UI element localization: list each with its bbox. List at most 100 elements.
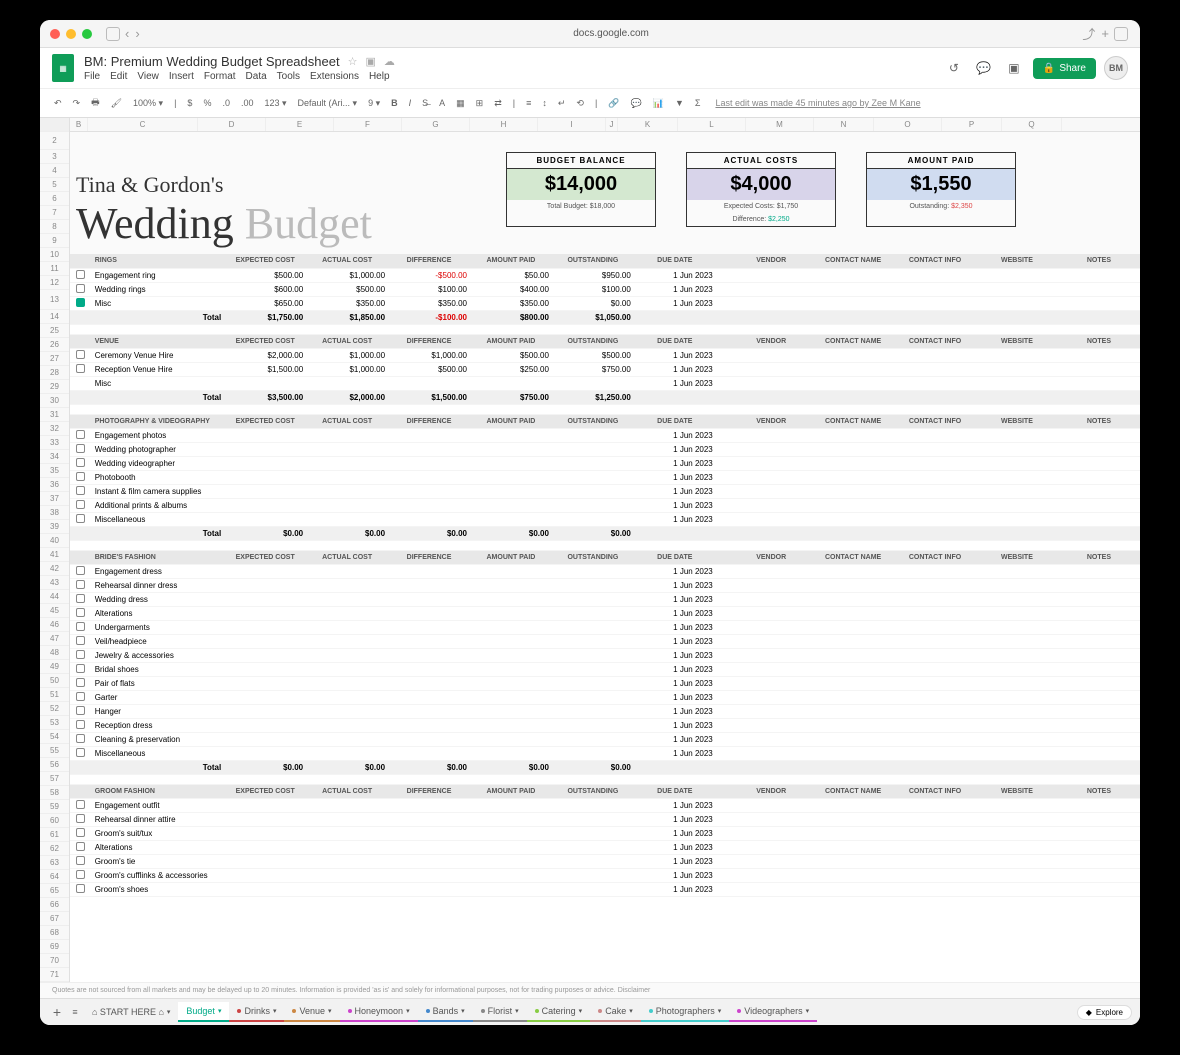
checkbox-icon[interactable] — [76, 566, 85, 575]
table-row[interactable]: Additional prints & albums 1 Jun 2023 — [70, 498, 1140, 512]
doc-title[interactable]: BM: Premium Wedding Budget Spreadsheet — [84, 54, 340, 69]
table-row[interactable]: Alterations 1 Jun 2023 — [70, 840, 1140, 854]
col-header[interactable]: C — [88, 118, 198, 131]
table-row[interactable]: Bridal shoes 1 Jun 2023 — [70, 662, 1140, 676]
row-num[interactable]: 34 — [40, 450, 69, 464]
row-num[interactable]: 56 — [40, 758, 69, 772]
row-num[interactable]: 58 — [40, 786, 69, 800]
row-num[interactable]: 55 — [40, 744, 69, 758]
row-num[interactable]: 26 — [40, 338, 69, 352]
row-num[interactable]: 28 — [40, 366, 69, 380]
row-num[interactable]: 32 — [40, 422, 69, 436]
row-num[interactable]: 6 — [40, 192, 69, 206]
table-row[interactable]: Wedding photographer 1 Jun 2023 — [70, 442, 1140, 456]
row-num[interactable]: 57 — [40, 772, 69, 786]
explore-button[interactable]: ◆ Explore — [1077, 1005, 1132, 1020]
table-row[interactable]: Undergarments 1 Jun 2023 — [70, 620, 1140, 634]
row-num[interactable]: 35 — [40, 464, 69, 478]
strike-icon[interactable]: S̶ — [418, 96, 432, 110]
table-row[interactable]: Rehearsal dinner attire 1 Jun 2023 — [70, 812, 1140, 826]
checkbox-icon[interactable] — [76, 814, 85, 823]
checkbox-icon[interactable] — [76, 364, 85, 373]
row-num[interactable]: 69 — [40, 940, 69, 954]
text-color-icon[interactable]: A — [435, 96, 449, 110]
checkbox-icon[interactable] — [76, 734, 85, 743]
print-icon[interactable]: 🖶 — [87, 93, 104, 113]
row-num[interactable]: 43 — [40, 576, 69, 590]
row-num[interactable]: 33 — [40, 436, 69, 450]
row-num[interactable]: 36 — [40, 478, 69, 492]
undo-icon[interactable]: ↶ — [50, 96, 66, 111]
checkbox-icon[interactable] — [76, 636, 85, 645]
table-row[interactable]: Misc 1 Jun 2023 — [70, 376, 1140, 390]
col-header[interactable]: P — [942, 118, 1002, 131]
row-num[interactable]: 27 — [40, 352, 69, 366]
sheet-tab[interactable]: Honeymoon ▾ — [340, 1002, 418, 1022]
table-row[interactable]: Cleaning & preservation 1 Jun 2023 — [70, 732, 1140, 746]
checkbox-icon[interactable] — [76, 472, 85, 481]
checkbox-icon[interactable] — [76, 486, 85, 495]
col-header[interactable]: I — [538, 118, 606, 131]
italic-icon[interactable]: I — [405, 96, 416, 110]
menu-insert[interactable]: Insert — [169, 71, 194, 82]
table-row[interactable]: Hanger 1 Jun 2023 — [70, 704, 1140, 718]
wrap-icon[interactable]: ↵ — [554, 96, 570, 111]
paint-icon[interactable]: 🖌 — [107, 96, 126, 111]
row-num[interactable]: 30 — [40, 394, 69, 408]
checkbox-icon[interactable] — [76, 430, 85, 439]
col-header[interactable]: K — [618, 118, 678, 131]
sheet-tab[interactable]: Catering ▾ — [527, 1002, 591, 1022]
checkbox-icon[interactable] — [76, 270, 85, 279]
sheets-logo-icon[interactable]: ▦ — [52, 54, 74, 82]
merge-icon[interactable]: ⇄ — [490, 96, 506, 111]
checkbox-icon[interactable] — [76, 842, 85, 851]
row-num[interactable]: 51 — [40, 688, 69, 702]
table-row[interactable]: Wedding videographer 1 Jun 2023 — [70, 456, 1140, 470]
fill-color-icon[interactable]: ▦ — [452, 96, 469, 111]
table-row[interactable]: Reception Venue Hire $1,500.00$1,000.00 … — [70, 362, 1140, 376]
table-row[interactable]: Instant & film camera supplies 1 Jun 202… — [70, 484, 1140, 498]
add-sheet-button[interactable]: + — [48, 1004, 66, 1020]
table-row[interactable]: Wedding rings $600.00$500.00 $100.00$400… — [70, 282, 1140, 296]
percent-icon[interactable]: % — [199, 96, 215, 110]
checkbox-icon[interactable] — [76, 608, 85, 617]
checkbox-icon[interactable] — [76, 298, 85, 307]
row-num[interactable]: 70 — [40, 954, 69, 968]
col-header[interactable]: G — [402, 118, 470, 131]
row-num[interactable]: 12 — [40, 276, 69, 290]
checkbox-icon[interactable] — [76, 350, 85, 359]
table-row[interactable]: Ceremony Venue Hire $2,000.00$1,000.00 $… — [70, 348, 1140, 362]
font-size[interactable]: 9 ▾ — [364, 96, 384, 111]
col-header[interactable]: M — [746, 118, 814, 131]
checkbox-icon[interactable] — [76, 870, 85, 879]
row-num[interactable]: 5 — [40, 178, 69, 192]
checkbox-icon[interactable] — [76, 622, 85, 631]
row-num[interactable]: 10 — [40, 248, 69, 262]
col-header[interactable]: N — [814, 118, 874, 131]
redo-icon[interactable]: ↷ — [69, 96, 85, 111]
checkbox-icon[interactable] — [76, 720, 85, 729]
maximize-icon[interactable] — [82, 29, 92, 39]
table-row[interactable]: Engagement outfit 1 Jun 2023 — [70, 798, 1140, 812]
col-header[interactable]: B — [70, 118, 88, 131]
checkbox-icon[interactable] — [76, 664, 85, 673]
sheet-tab[interactable]: Videographers ▾ — [729, 1002, 817, 1022]
row-num[interactable]: 7 — [40, 206, 69, 220]
rotate-icon[interactable]: ⟲ — [572, 96, 588, 111]
row-num[interactable]: 44 — [40, 590, 69, 604]
col-header[interactable]: F — [334, 118, 402, 131]
currency-icon[interactable]: $ — [183, 96, 196, 110]
sheets-menu-icon[interactable]: ≡ — [66, 1007, 84, 1017]
row-num[interactable]: 68 — [40, 926, 69, 940]
menu-view[interactable]: View — [137, 71, 159, 82]
row-num[interactable]: 2 — [40, 132, 69, 150]
col-header[interactable]: E — [266, 118, 334, 131]
last-edit-link[interactable]: Last edit was made 45 minutes ago by Zee… — [715, 98, 920, 108]
col-header[interactable]: L — [678, 118, 746, 131]
menu-help[interactable]: Help — [369, 71, 390, 82]
menu-extensions[interactable]: Extensions — [310, 71, 359, 82]
table-row[interactable]: Groom's cufflinks & accessories 1 Jun 20… — [70, 868, 1140, 882]
row-num[interactable]: 66 — [40, 898, 69, 912]
row-num[interactable]: 46 — [40, 618, 69, 632]
row-num[interactable]: 14 — [40, 310, 69, 324]
